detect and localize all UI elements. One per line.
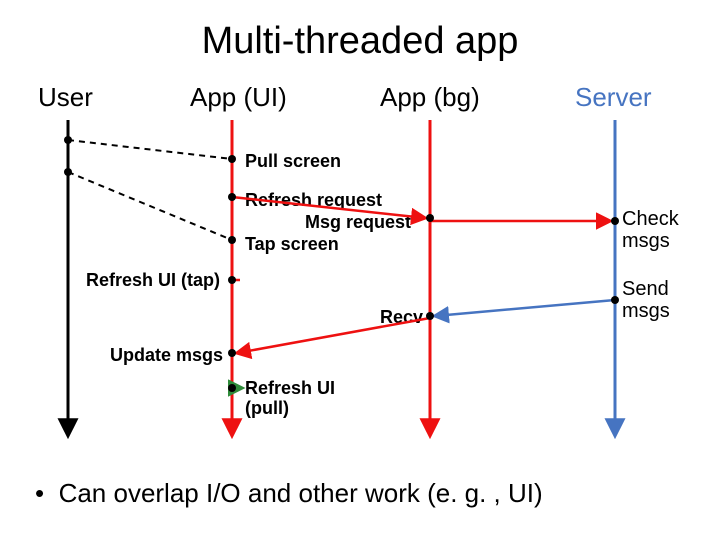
msg-update bbox=[237, 318, 430, 353]
dash-tap bbox=[68, 172, 232, 240]
sequence-diagram bbox=[0, 0, 720, 540]
msg-refresh-request bbox=[232, 197, 425, 218]
dash-pull bbox=[68, 140, 232, 159]
msg-send bbox=[435, 300, 615, 316]
